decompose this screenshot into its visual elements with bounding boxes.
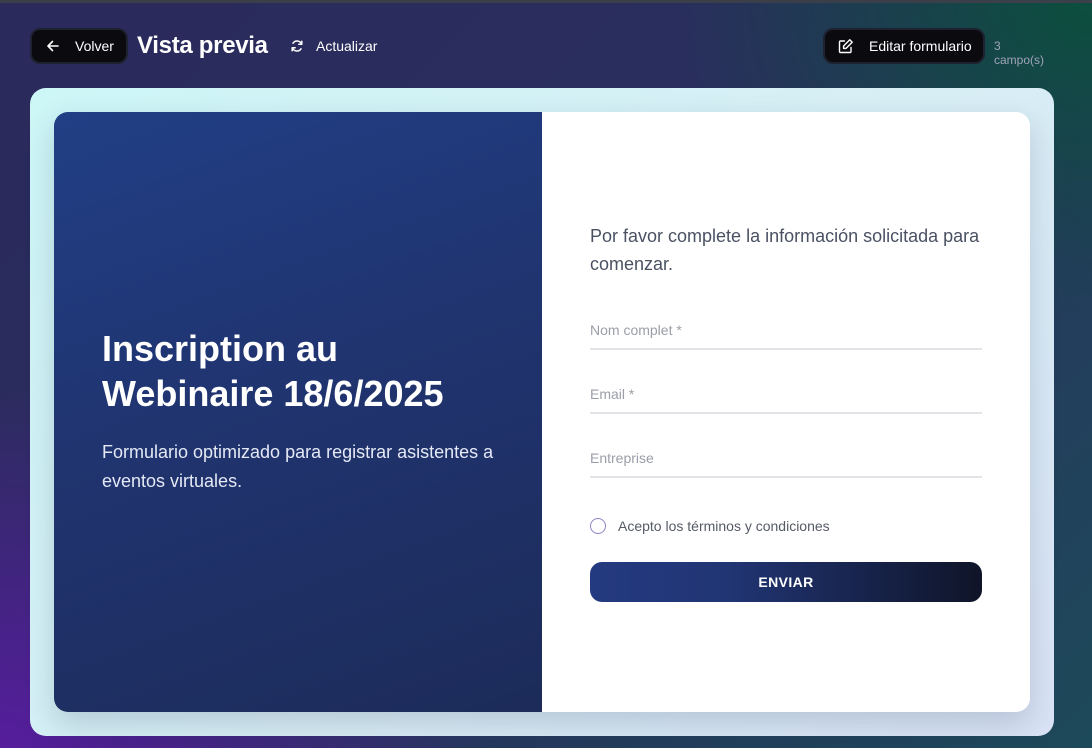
arrow-left-icon bbox=[46, 39, 60, 53]
hero-subtitle: Formulario optimizado para registrar asi… bbox=[102, 442, 494, 491]
window-top-border bbox=[0, 0, 1092, 3]
terms-checkbox[interactable] bbox=[590, 518, 606, 534]
preview-header: Volver Vista previa Actualizar Editar fo… bbox=[30, 28, 1054, 67]
form-preview: Inscription au Webinaire 18/6/2025 Formu… bbox=[54, 112, 1030, 712]
full-name-input[interactable] bbox=[590, 312, 982, 348]
edit-form-button-label: Editar formulario bbox=[869, 38, 972, 54]
email-field bbox=[590, 376, 982, 414]
back-button[interactable]: Volver bbox=[30, 28, 128, 64]
terms-label: Acepto los términos y condiciones bbox=[618, 518, 830, 534]
submit-button[interactable]: ENVIAR bbox=[590, 562, 982, 602]
fields-count: 3 campo(s) bbox=[994, 39, 1045, 67]
terms-row[interactable]: Acepto los términos y condiciones bbox=[590, 518, 830, 534]
back-button-label: Volver bbox=[75, 38, 114, 54]
full-name-field bbox=[590, 312, 982, 350]
form-panel: Por favor complete la información solici… bbox=[542, 112, 1030, 712]
refresh-icon bbox=[290, 39, 304, 53]
refresh-button[interactable]: Actualizar bbox=[290, 28, 377, 64]
form-intro: Por favor complete la información solici… bbox=[590, 226, 980, 274]
hero-title: Inscription au Webinaire 18/6/2025 bbox=[102, 328, 444, 414]
preview-card: Inscription au Webinaire 18/6/2025 Formu… bbox=[30, 88, 1054, 736]
edit-icon bbox=[838, 38, 854, 54]
page-title: Vista previa bbox=[137, 32, 268, 59]
company-input[interactable] bbox=[590, 440, 982, 476]
company-field bbox=[590, 440, 982, 478]
hero-panel: Inscription au Webinaire 18/6/2025 Formu… bbox=[54, 112, 542, 712]
email-input[interactable] bbox=[590, 376, 982, 412]
edit-form-button[interactable]: Editar formulario bbox=[823, 28, 985, 64]
refresh-button-label: Actualizar bbox=[316, 38, 378, 54]
